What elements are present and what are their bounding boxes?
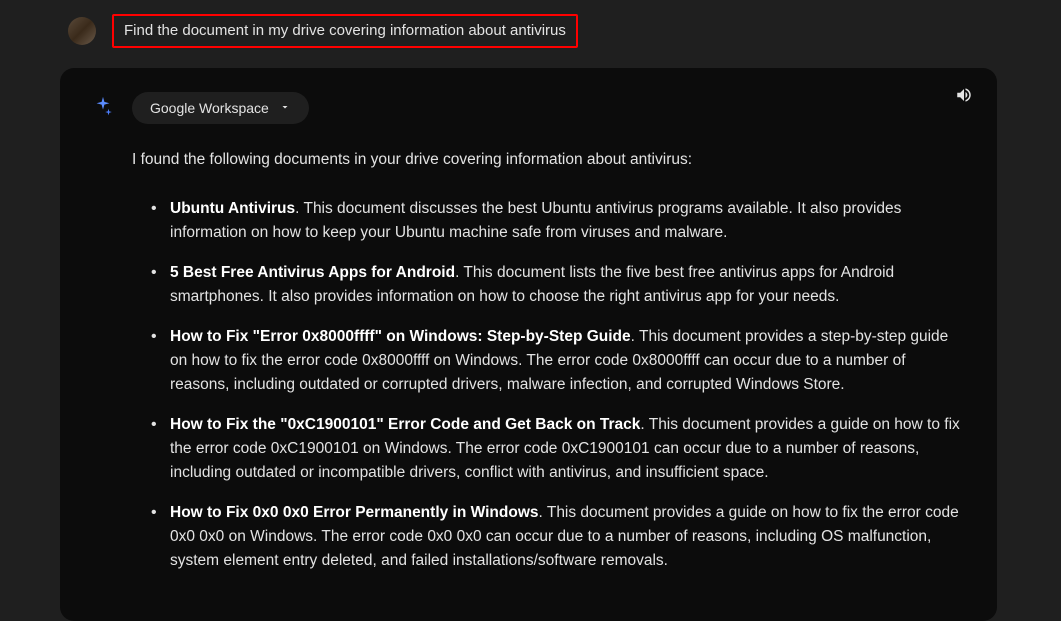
result-title: Ubuntu Antivirus <box>170 200 295 217</box>
result-title: How to Fix 0x0 0x0 Error Permanently in … <box>170 504 539 521</box>
user-prompt-row: Find the document in my drive covering i… <box>68 14 1061 48</box>
results-list: Ubuntu Antivirus. This document discusse… <box>132 197 965 573</box>
response-body: I found the following documents in your … <box>132 148 965 573</box>
prompt-highlight-box: Find the document in my drive covering i… <box>112 14 578 48</box>
result-item: 5 Best Free Antivirus Apps for Android. … <box>156 261 965 309</box>
workspace-selector-chip[interactable]: Google Workspace <box>132 92 309 124</box>
response-card: Google Workspace I found the following d… <box>60 68 997 621</box>
result-item: Ubuntu Antivirus. This document discusse… <box>156 197 965 245</box>
result-item: How to Fix the "0xC1900101" Error Code a… <box>156 413 965 485</box>
user-prompt-text: Find the document in my drive covering i… <box>124 22 566 39</box>
result-title: How to Fix the "0xC1900101" Error Code a… <box>170 416 640 433</box>
sparkle-icon <box>92 95 114 122</box>
volume-icon <box>955 86 973 104</box>
response-header: Google Workspace <box>92 92 965 124</box>
chevron-down-icon <box>279 100 291 116</box>
result-item: How to Fix 0x0 0x0 Error Permanently in … <box>156 501 965 573</box>
result-title: How to Fix "Error 0x8000ffff" on Windows… <box>170 328 631 345</box>
result-item: How to Fix "Error 0x8000ffff" on Windows… <box>156 325 965 397</box>
result-title: 5 Best Free Antivirus Apps for Android <box>170 264 455 281</box>
response-intro: I found the following documents in your … <box>132 148 965 173</box>
workspace-chip-label: Google Workspace <box>150 100 269 116</box>
user-avatar <box>68 17 96 45</box>
text-to-speech-button[interactable] <box>955 86 973 109</box>
